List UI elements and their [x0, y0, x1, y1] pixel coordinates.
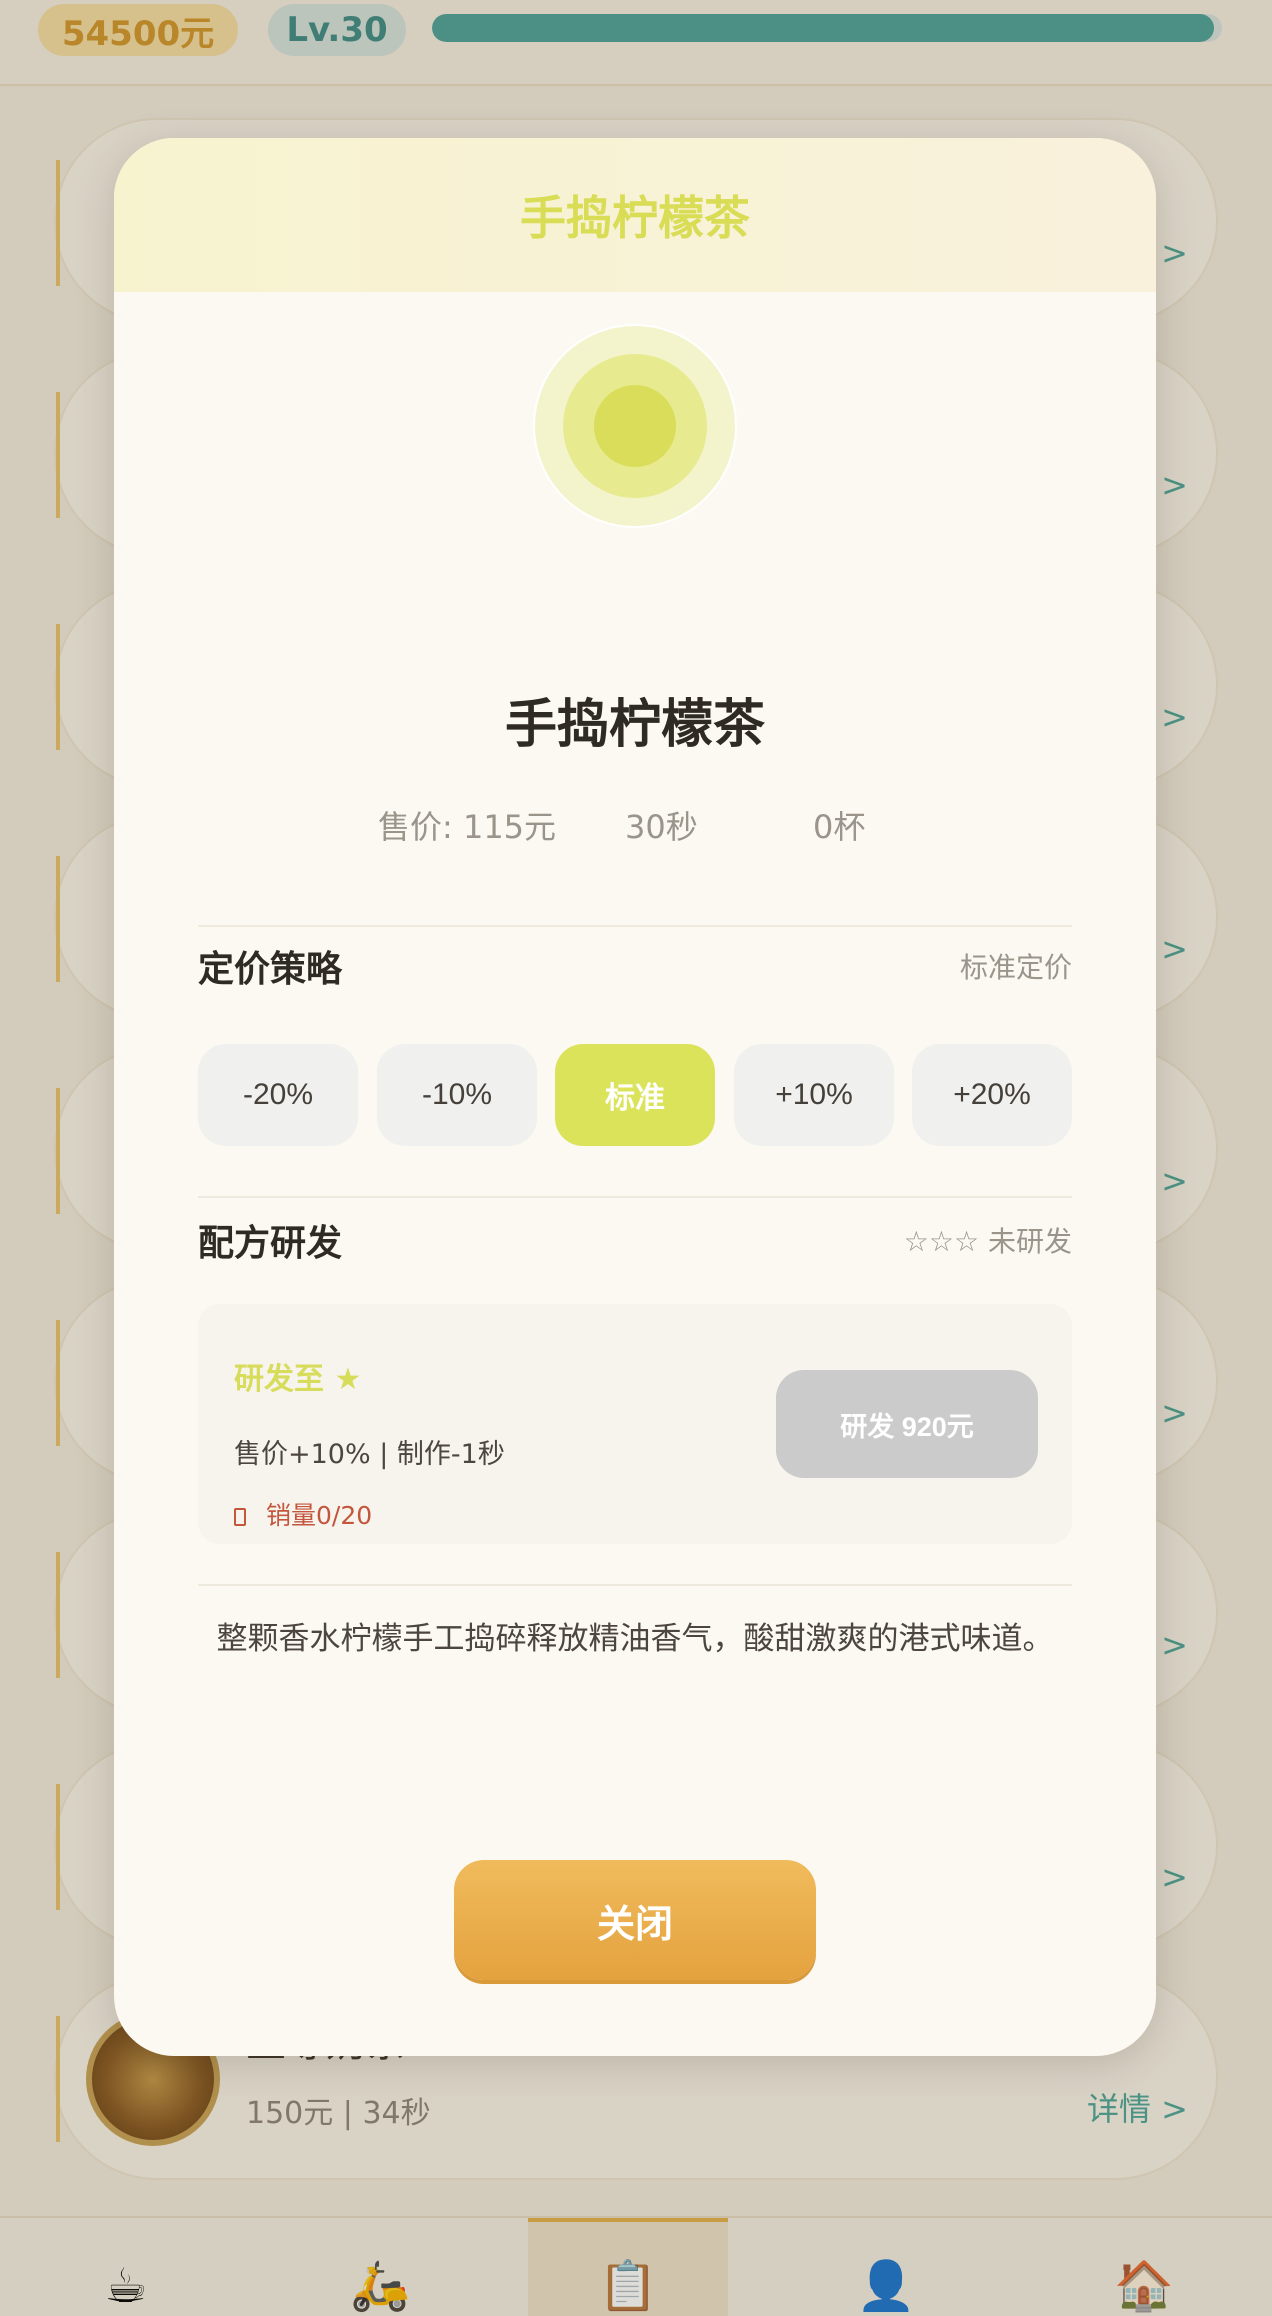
divider	[198, 925, 1072, 927]
divider	[198, 1584, 1072, 1586]
research-status: ☆☆☆ 未研发	[903, 1225, 1072, 1258]
drink-detail-modal: 手捣柠檬茶 手捣柠檬茶 售价: 115元 30秒 0杯 定价策略 标准定价 -2…	[114, 138, 1156, 2056]
research-effect: 售价+10% | 制作-1秒	[234, 1439, 505, 1470]
lemon-icon	[533, 324, 737, 528]
modal-header: 手捣柠檬茶	[114, 138, 1156, 292]
lock-icon	[234, 1508, 246, 1526]
research-sales-requirement: 销量0/20	[234, 1496, 372, 1532]
sales-count: 销量0/20	[266, 1501, 373, 1530]
lemon-icon-core	[594, 385, 676, 467]
price-option-standard[interactable]: 标准	[555, 1044, 715, 1146]
price-option-plus20[interactable]: +20%	[912, 1044, 1072, 1146]
pricing-current: 标准定价	[959, 951, 1072, 984]
modal-title: 手捣柠檬茶	[520, 191, 750, 245]
drink-description: 整颗香水柠檬手工捣碎释放精油香气，酸甜激爽的港式味道。	[216, 1621, 1054, 1657]
stat-price: 售价: 115元	[378, 808, 557, 846]
stat-time: 30秒	[625, 808, 698, 846]
drink-stats: 售价: 115元 30秒 0杯	[114, 802, 1156, 852]
pricing-section-title: 定价策略	[198, 949, 343, 990]
price-option-minus10[interactable]: -10%	[377, 1044, 537, 1146]
price-option-plus10[interactable]: +10%	[734, 1044, 894, 1146]
lemon-icon-ring	[563, 354, 707, 498]
research-target: 研发至 ★	[234, 1362, 362, 1397]
drink-name: 手捣柠檬茶	[504, 695, 765, 755]
price-option-minus20[interactable]: -20%	[198, 1044, 358, 1146]
research-panel: 研发至 ★ 售价+10% | 制作-1秒 销量0/20 研发 920元	[198, 1304, 1072, 1544]
close-button[interactable]: 关闭	[454, 1860, 816, 1980]
divider	[198, 1196, 1072, 1198]
stat-cups: 0杯	[813, 808, 866, 846]
research-button[interactable]: 研发 920元	[776, 1370, 1038, 1478]
research-section-title: 配方研发	[198, 1223, 343, 1264]
